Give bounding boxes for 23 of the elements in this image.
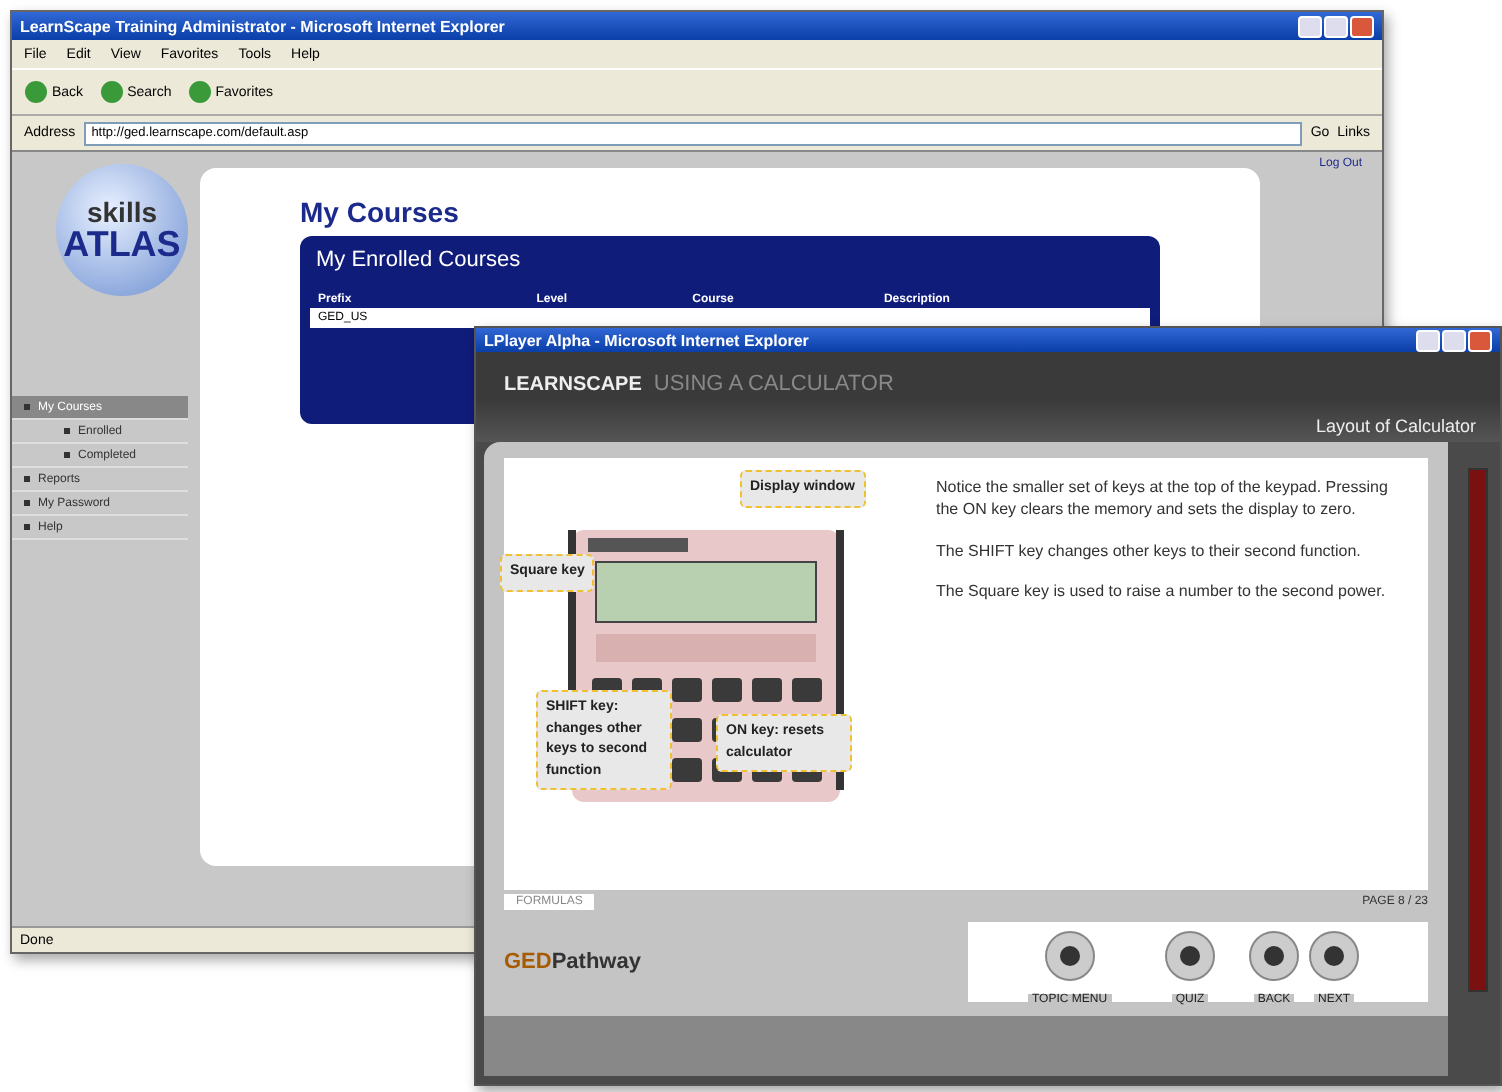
brand-logo: LEARNSCAPE <box>504 374 642 396</box>
circle-icon <box>187 80 212 104</box>
course-title: USING A CALCULATOR <box>653 372 894 396</box>
logo-text: GED <box>504 950 552 974</box>
window-controls-icon[interactable] <box>1416 329 1492 351</box>
logo-text: skills <box>86 198 158 226</box>
section-title: Layout of Calculator <box>1315 416 1476 436</box>
circle-icon <box>99 80 124 104</box>
round-button-icon <box>1043 930 1096 982</box>
window-title: LPlayer Alpha - Microsoft Internet Explorer <box>484 331 811 349</box>
circle-icon <box>24 80 48 104</box>
window-controls-icon[interactable] <box>1298 15 1374 37</box>
window-title: LearnScape Training Administrator - Microsoft Internet Explorer <box>20 17 507 35</box>
paragraph: Notice the smaller set of keys at the top of the keypad. Pressing the ON key clears the memory and sets the display to zero. <box>936 478 1390 522</box>
paragraph: The SHIFT key changes other keys to their second function. <box>936 541 1363 563</box>
round-button-icon <box>1164 930 1216 982</box>
round-button-icon <box>1248 930 1300 982</box>
paragraph: The Square key is used to raise a number to the second power. <box>936 582 1388 605</box>
panel-title: My Enrolled Courses <box>314 246 523 276</box>
logo-text: Pathway <box>551 950 641 974</box>
page-title: My Courses <box>300 196 461 228</box>
logo-text: ATLAS <box>63 226 181 262</box>
round-button-icon <box>1308 930 1360 982</box>
